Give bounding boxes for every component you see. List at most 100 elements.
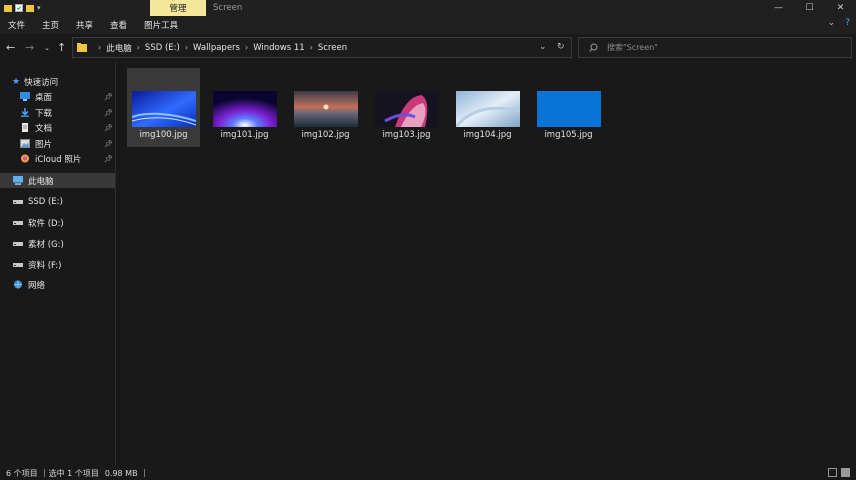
nav-desktop[interactable]: 桌面 (20, 89, 104, 104)
pin-icon[interactable]: 📌︎ (104, 93, 113, 101)
ribbon-tabs: 文件 主页 共享 查看 图片工具 ⌄ ? (0, 16, 856, 34)
new-folder-icon[interactable] (26, 4, 34, 12)
back-arrow-icon[interactable]: ← (6, 42, 15, 54)
address-bar[interactable]: › 此电脑 › SSD (E:) › Wallpapers › Windows … (72, 37, 572, 58)
breadcrumb-separator-icon[interactable]: › (185, 43, 188, 52)
file-name: img103.jpg (382, 130, 431, 140)
nav-label: 图片 (35, 139, 53, 150)
tab-home[interactable]: 主页 (34, 16, 68, 34)
network-icon (14, 280, 22, 289)
nav-downloads[interactable]: 下载 (20, 105, 104, 120)
file-item[interactable]: img104.jpg (451, 68, 524, 147)
nav-label: 资料 (F:) (28, 260, 62, 271)
recent-locations-icon[interactable]: ⌄ (44, 42, 50, 54)
file-item[interactable]: img101.jpg (208, 68, 281, 147)
download-icon (21, 108, 29, 117)
breadcrumb-separator-icon[interactable]: › (98, 43, 101, 52)
file-name: img100.jpg (139, 130, 188, 140)
nav-material-drive[interactable]: 素材 (G:) (13, 236, 113, 251)
nav-label: SSD (E:) (28, 196, 63, 207)
breadcrumb-windows-11[interactable]: Windows 11 (253, 43, 304, 53)
file-item[interactable]: img102.jpg (289, 68, 362, 147)
breadcrumb-wallpapers[interactable]: Wallpapers (193, 43, 240, 53)
nav-pictures[interactable]: 图片 (20, 136, 104, 151)
breadcrumb-screen[interactable]: Screen (318, 43, 347, 53)
image-thumbnail (293, 91, 358, 127)
nav-label: 此电脑 (28, 176, 54, 187)
breadcrumb-separator-icon[interactable]: › (137, 43, 140, 52)
navigation-pane: ★ 快速访问 桌面 📌︎ 下载 📌︎ 文档 📌︎ 图片 📌︎ iCloud 照片… (0, 62, 116, 466)
tab-share[interactable]: 共享 (68, 16, 102, 34)
forward-arrow-icon[interactable]: → (25, 42, 34, 54)
folder-icon (4, 5, 12, 12)
nav-label: 快速访问 (24, 77, 59, 88)
file-name: img104.jpg (463, 130, 512, 140)
pin-icon[interactable]: 📌︎ (104, 124, 113, 132)
nav-ssd-drive[interactable]: SSD (E:) (13, 194, 113, 209)
search-box[interactable]: 搜索"Screen" (578, 37, 852, 58)
close-button[interactable]: ✕ (825, 0, 856, 16)
image-thumbnail (455, 91, 520, 127)
nav-data-drive[interactable]: 资料 (F:) (13, 257, 113, 272)
breadcrumb-separator-icon[interactable]: › (310, 43, 313, 52)
document-icon (22, 123, 28, 132)
folder-icon (77, 43, 87, 52)
pin-icon[interactable]: 📌︎ (104, 140, 113, 148)
pictures-icon (20, 139, 30, 148)
address-dropdown-icon[interactable]: ⌄ (539, 42, 547, 52)
minimize-button[interactable]: — (763, 0, 794, 16)
pin-icon[interactable]: 📌︎ (104, 155, 113, 163)
nav-quick-access[interactable]: ★ 快速访问 (12, 74, 112, 89)
up-arrow-icon[interactable]: ↑ (57, 42, 66, 54)
image-thumbnail (131, 91, 196, 127)
pin-icon[interactable]: 📌︎ (104, 109, 113, 117)
file-item[interactable]: img105.jpg (532, 68, 605, 147)
icloud-photos-icon (21, 154, 29, 163)
expand-ribbon-icon[interactable]: ⌄ (828, 18, 836, 28)
nav-icloud-photos[interactable]: iCloud 照片 (20, 151, 104, 166)
window-controls: — ☐ ✕ (763, 0, 856, 16)
nav-this-pc[interactable]: 此电脑 (0, 173, 115, 188)
image-thumbnail (374, 91, 439, 127)
file-item[interactable]: img103.jpg (370, 68, 443, 147)
tab-file[interactable]: 文件 (0, 16, 34, 34)
status-divider (143, 469, 145, 477)
search-placeholder: 搜索"Screen" (607, 43, 658, 52)
nav-label: 下载 (35, 108, 53, 119)
ribbon-controls: ⌄ ? (828, 18, 850, 28)
quick-access-toolbar: ▾ (0, 4, 41, 12)
breadcrumb-separator-icon[interactable]: › (245, 43, 248, 52)
properties-icon[interactable] (15, 4, 23, 12)
nav-software-drive[interactable]: 软件 (D:) (13, 215, 113, 230)
computer-icon (13, 176, 23, 185)
refresh-icon[interactable]: ↻ (557, 42, 565, 52)
image-thumbnail (212, 91, 277, 127)
tab-picture-tools[interactable]: 图片工具 (136, 16, 187, 34)
star-icon: ★ (12, 76, 21, 87)
breadcrumb-ssd[interactable]: SSD (E:) (145, 43, 180, 53)
nav-label: 文档 (35, 123, 53, 134)
file-name: img101.jpg (220, 130, 269, 140)
help-icon[interactable]: ? (845, 18, 850, 28)
nav-label: iCloud 照片 (35, 154, 82, 165)
nav-documents[interactable]: 文档 (20, 120, 104, 135)
tab-manage[interactable]: 管理 (150, 0, 206, 16)
nav-network[interactable]: 网络 (13, 277, 113, 292)
drive-icon (13, 200, 23, 204)
status-divider (43, 469, 45, 477)
tab-view[interactable]: 查看 (102, 16, 136, 34)
large-icons-view-icon[interactable] (841, 468, 850, 477)
file-item[interactable]: img100.jpg (127, 68, 200, 147)
selection-count: 选中 1 个项目 (48, 468, 99, 478)
selection-size: 0.98 MB (104, 468, 138, 478)
title-bar: ▾ 管理 Screen — ☐ ✕ (0, 0, 856, 16)
breadcrumb-this-pc[interactable]: 此电脑 (106, 42, 132, 54)
item-count: 6 个项目 (6, 468, 38, 478)
details-view-icon[interactable] (828, 468, 837, 477)
window-title: Screen (213, 3, 243, 13)
search-icon (589, 43, 598, 52)
nav-label: 网络 (28, 280, 46, 291)
maximize-button[interactable]: ☐ (794, 0, 825, 16)
desktop-icon (20, 92, 30, 101)
customize-toolbar-icon[interactable]: ▾ (37, 4, 41, 12)
